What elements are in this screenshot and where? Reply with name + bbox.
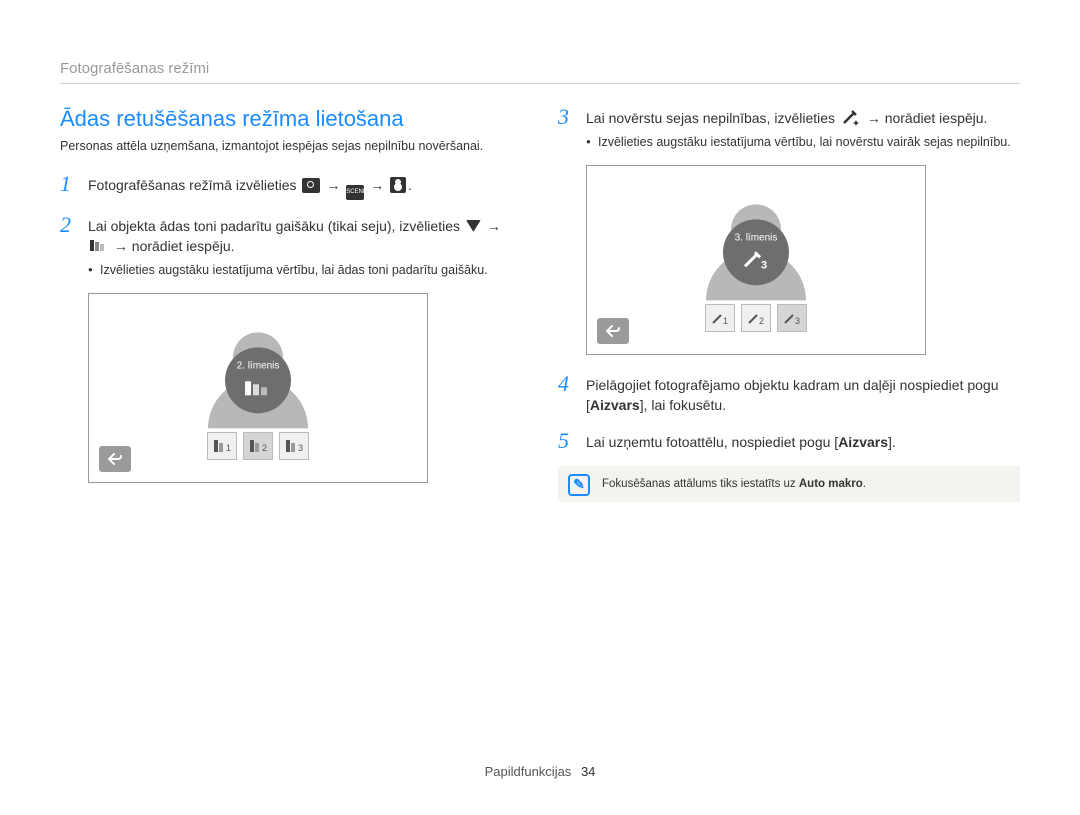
- person-silhouette: 3. līmenis 3: [706, 204, 806, 300]
- tone-option-3[interactable]: 3: [279, 432, 309, 460]
- preview-screen-tone: 2. līmenis 1 2 3: [88, 293, 428, 483]
- step-5-bold: Aizvars: [838, 434, 888, 450]
- camera-icon: [302, 178, 320, 193]
- preview-screen-retouch: 3. līmenis 3 1 2 3: [586, 165, 926, 355]
- step-2-text-b: → norādiet iespēju.: [114, 238, 235, 254]
- retouch-option-1[interactable]: 1: [705, 304, 735, 332]
- note-text-b: .: [863, 478, 866, 490]
- level-badge: 2. līmenis: [225, 348, 291, 414]
- step-2-bullet: Izvēlieties augstāku iestatījuma vērtību…: [88, 262, 522, 279]
- level-badge: 3. līmenis 3: [723, 219, 789, 285]
- svg-text:2: 2: [759, 316, 764, 326]
- arrow-text: →: [487, 218, 501, 234]
- page-footer: Papildfunkcijas 34: [0, 764, 1080, 779]
- step-5-text-a: Lai uzņemtu fotoattēlu, nospiediet pogu …: [586, 434, 838, 450]
- step-2: 2 Lai objekta ādas toni padarītu gaišāku…: [60, 214, 522, 279]
- step-3-text-a: Lai novērstu sejas nepilnības, izvēlieti…: [586, 110, 839, 126]
- step-1-text: Fotografēšanas režīmā izvēlieties: [88, 177, 300, 193]
- svg-text:3: 3: [298, 443, 303, 453]
- face-tone-icon: [90, 238, 108, 253]
- option-row: 1 2 3: [705, 304, 807, 332]
- note-icon: ✎: [568, 474, 590, 496]
- step-number: 2: [60, 214, 78, 279]
- arrow-text: →: [326, 177, 340, 193]
- section-title: Ādas retušēšanas režīma lietošana: [60, 106, 522, 132]
- step-2-text-a: Lai objekta ādas toni padarītu gaišāku (…: [88, 218, 464, 234]
- retouch-level-icon: 3: [743, 246, 769, 272]
- person-silhouette: 2. līmenis: [208, 333, 308, 429]
- note-box: ✎ Fokusēšanas attālums tiks iestatīts uz…: [558, 466, 1020, 502]
- svg-text:1: 1: [226, 443, 231, 453]
- step-3-text-b: → norādiet iespēju.: [867, 110, 988, 126]
- svg-text:2: 2: [262, 443, 267, 453]
- arrow-text: →: [370, 177, 384, 193]
- step-1: 1 Fotografēšanas režīmā izvēlieties → SC…: [60, 173, 522, 200]
- note-text-a: Fokusēšanas attālums tiks iestatīts uz: [602, 478, 799, 490]
- intro-text: Personas attēla uzņemšana, izmantojot ie…: [60, 138, 522, 155]
- beauty-mode-icon: [390, 177, 406, 193]
- step-number: 1: [60, 173, 78, 200]
- left-column: Ādas retušēšanas režīma lietošana Person…: [60, 106, 522, 502]
- step-3: 3 Lai novērstu sejas nepilnības, izvēlie…: [558, 106, 1020, 151]
- step-4-bold: Aizvars: [590, 397, 640, 413]
- footer-page-number: 34: [581, 764, 595, 779]
- step-number: 5: [558, 430, 576, 452]
- back-button[interactable]: [597, 318, 629, 344]
- tone-option-2[interactable]: 2: [243, 432, 273, 460]
- step-4: 4 Pielāgojiet fotografējamo objektu kadr…: [558, 373, 1020, 416]
- svg-text:3: 3: [761, 259, 767, 270]
- back-button[interactable]: [99, 446, 131, 472]
- step-4-text-c: ], lai fokusētu.: [640, 397, 726, 413]
- level-label: 2. līmenis: [237, 361, 280, 372]
- retouch-option-3[interactable]: 3: [777, 304, 807, 332]
- note-bold: Auto makro: [799, 478, 863, 490]
- footer-section: Papildfunkcijas: [485, 764, 572, 779]
- menu-triangle-icon: [466, 220, 481, 232]
- page-header: Fotografēšanas režīmi: [60, 60, 1020, 84]
- retouch-icon: [841, 110, 861, 126]
- step-3-bullet: Izvēlieties augstāku iestatījuma vērtību…: [586, 134, 1020, 151]
- step-number: 3: [558, 106, 576, 151]
- retouch-option-2[interactable]: 2: [741, 304, 771, 332]
- step-number: 4: [558, 373, 576, 416]
- tone-option-1[interactable]: 1: [207, 432, 237, 460]
- scene-icon: SCENE: [346, 185, 364, 200]
- step-5-text-c: ].: [888, 434, 896, 450]
- svg-text:1: 1: [723, 316, 728, 326]
- svg-text:3: 3: [795, 316, 800, 326]
- option-row: 1 2 3: [207, 432, 309, 460]
- step-5: 5 Lai uzņemtu fotoattēlu, nospiediet pog…: [558, 430, 1020, 452]
- level-label: 3. līmenis: [735, 232, 778, 243]
- right-column: 3 Lai novērstu sejas nepilnības, izvēlie…: [558, 106, 1020, 502]
- face-tone-level-icon: [245, 375, 271, 401]
